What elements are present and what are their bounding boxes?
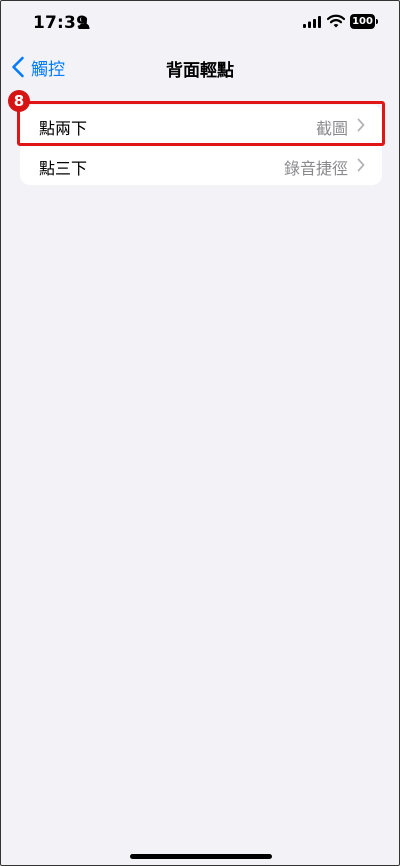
home-indicator[interactable] [130, 854, 272, 859]
list-item-double-tap[interactable]: 點兩下 截圖 [20, 105, 382, 146]
cellular-signal-icon [303, 16, 321, 28]
page-title: 背面輕點 [166, 61, 234, 81]
status-bar: 17:39 100 [1, 1, 399, 45]
battery-nub [376, 19, 378, 24]
chevron-right-icon [357, 158, 365, 172]
back-tap-options-list: 點兩下 截圖 點三下 錄音捷徑 [20, 105, 382, 185]
step-number-badge: 8 [8, 90, 30, 112]
battery-icon: 100 [350, 14, 375, 29]
list-item-value: 截圖 [315, 119, 348, 138]
list-item-value: 錄音捷徑 [283, 159, 348, 178]
list-item-label: 點三下 [39, 159, 88, 178]
person-icon [78, 16, 90, 29]
navigation-bar: 觸控 背面輕點 [1, 45, 399, 89]
chevron-right-icon [357, 118, 365, 132]
list-item-label: 點兩下 [39, 119, 88, 138]
phone-screen: 17:39 100 觸控 背面輕點 點兩下 截圖 點三下 錄音捷徑 8 [0, 0, 400, 866]
wifi-icon [327, 14, 345, 28]
list-item-triple-tap[interactable]: 點三下 錄音捷徑 [20, 145, 382, 185]
